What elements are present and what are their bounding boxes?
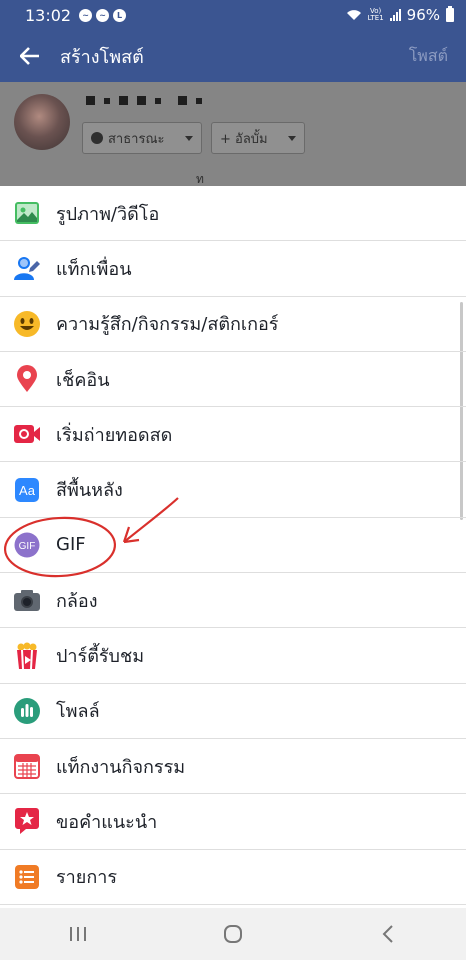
gif-icon: GIF: [13, 531, 41, 559]
back-chevron-icon: [382, 925, 394, 943]
option-label: ความรู้สึก/กิจกรรม/สติกเกอร์: [56, 314, 279, 336]
home-button[interactable]: [203, 914, 263, 954]
status-time: 13:02: [25, 5, 72, 25]
option-label: กล้อง: [56, 590, 98, 612]
signal-icon: [389, 9, 401, 21]
battery-icon: [446, 6, 454, 22]
privacy-label: สาธารณะ: [108, 131, 165, 147]
option-ask-recommendations[interactable]: ขอคำแนะนำ: [0, 794, 466, 850]
user-name-redacted: [86, 96, 202, 105]
tag-friends-icon: [13, 254, 41, 282]
svg-text:GIF: GIF: [19, 541, 36, 552]
line-icon: L: [113, 8, 127, 22]
list-icon: [13, 863, 41, 891]
lte-label: LTE1: [367, 14, 384, 22]
option-photo-video[interactable]: รูปภาพ/วิดีโอ: [0, 186, 466, 242]
option-tag-friends[interactable]: แท็กเพื่อน: [0, 241, 466, 297]
background-color-icon: Aa: [13, 476, 41, 504]
recommendation-icon: [13, 807, 41, 835]
option-label: เช็คอิน: [56, 369, 110, 391]
app-bar: สร้างโพสต์ โพสต์: [0, 30, 466, 82]
photo-icon: [13, 199, 41, 227]
chevron-down-icon: [185, 135, 193, 141]
album-label: + อัลบั้ม: [220, 131, 268, 147]
emoji-icon: [13, 310, 41, 338]
option-camera[interactable]: กล้อง: [0, 573, 466, 629]
option-gif[interactable]: GIF GIF: [0, 518, 466, 574]
post-options-sheet: รูปภาพ/วิดีโอ แท็กเพื่อน ความรู้สึก/กิจก…: [0, 186, 466, 908]
watch-party-icon: [13, 642, 41, 670]
option-background-color[interactable]: Aa สีพื้นหลัง: [0, 462, 466, 518]
option-go-live[interactable]: เริ่มถ่ายทอดสด: [0, 407, 466, 463]
event-calendar-icon: [13, 752, 41, 780]
back-arrow-icon: [20, 47, 39, 65]
chevron-down-icon: [288, 135, 296, 141]
poll-icon: [13, 697, 41, 725]
status-bar: 13:02 ~ ~ L Vo) LTE1 96%: [0, 0, 466, 30]
recent-apps-icon: [69, 927, 86, 941]
option-label: โพลล์: [56, 701, 100, 723]
home-icon: [223, 925, 242, 943]
svg-text:Aa: Aa: [19, 483, 36, 498]
option-poll[interactable]: โพลล์: [0, 684, 466, 739]
option-feeling-activity[interactable]: ความรู้สึก/กิจกรรม/สติกเกอร์: [0, 297, 466, 352]
option-label: แท็กงานกิจกรรม: [56, 756, 186, 778]
option-label: ขอคำแนะนำ: [56, 811, 158, 833]
option-label: แท็กเพื่อน: [56, 258, 132, 280]
live-video-icon: [13, 420, 41, 448]
album-selector[interactable]: + อัลบั้ม: [211, 122, 305, 154]
globe-icon: [91, 132, 103, 144]
back-button[interactable]: [0, 30, 60, 82]
option-label: รายการ: [56, 867, 117, 889]
option-label: ปาร์ตี้รับชม: [56, 646, 145, 668]
network-type-indicator: Vo) LTE1: [368, 8, 384, 22]
option-watch-party[interactable]: ปาร์ตี้รับชม: [0, 628, 466, 684]
wifi-icon: [346, 10, 361, 20]
option-label: GIF: [56, 534, 86, 556]
composer-header: สาธารณะ + อัลบั้ม ท: [0, 82, 466, 186]
privacy-selector[interactable]: สาธารณะ: [82, 122, 202, 154]
messenger-icon: ~: [96, 8, 110, 22]
option-list[interactable]: รายการ: [0, 850, 466, 905]
messenger-icon: ~: [79, 8, 93, 22]
option-label: รูปภาพ/วิดีโอ: [56, 203, 160, 225]
page-title: สร้างโพสต์: [60, 46, 144, 68]
avatar: [14, 94, 70, 150]
system-nav-bar: [0, 908, 466, 960]
recent-apps-button[interactable]: [48, 914, 108, 954]
post-button[interactable]: โพสต์: [409, 44, 448, 69]
option-label: เริ่มถ่ายทอดสด: [56, 424, 173, 446]
option-label: สีพื้นหลัง: [56, 480, 123, 502]
location-pin-icon: [13, 365, 41, 393]
option-check-in[interactable]: เช็คอิน: [0, 352, 466, 408]
camera-icon: [13, 586, 41, 614]
back-nav-button[interactable]: [358, 914, 418, 954]
option-tag-event[interactable]: แท็กงานกิจกรรม: [0, 739, 466, 795]
battery-percent: 96%: [406, 6, 440, 24]
